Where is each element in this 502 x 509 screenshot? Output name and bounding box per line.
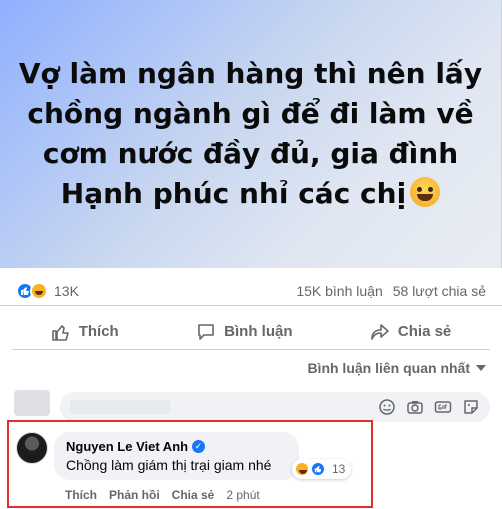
comment-like-link[interactable]: Thích	[65, 488, 97, 502]
comment-composer-input[interactable]	[60, 392, 490, 422]
current-user-avatar-blurred	[14, 390, 50, 416]
like-reaction-icon	[310, 461, 326, 477]
thumbs-up-icon	[51, 324, 69, 341]
smiley-icon[interactable]	[378, 398, 396, 416]
like-button[interactable]: Thích	[39, 318, 131, 346]
post-text-line: chồng ngành gì để đi làm về	[27, 97, 474, 130]
share-button[interactable]: Chia sẻ	[358, 318, 463, 346]
reaction-summary[interactable]: 13K	[16, 281, 79, 300]
grinning-sweat-emoji-icon	[410, 177, 441, 207]
post-stats-bar: 13K 15K bình luận 58 lượt chia sẻ	[0, 276, 502, 306]
comment-reactions[interactable]: 13	[292, 459, 352, 479]
comment-reaction-count: 13	[332, 462, 346, 476]
post-text: Vợ làm ngân hàng thì nên lấy chồng ngành…	[16, 54, 486, 214]
comment-reply-link[interactable]: Phản hồi	[109, 488, 160, 502]
share-button-label: Chia sẻ	[397, 323, 452, 340]
share-arrow-icon	[371, 323, 389, 340]
post-action-bar: Thích Bình luận Chia sẻ	[12, 314, 490, 350]
post-text-line: cơm nước đầy đủ, gia đình	[42, 137, 459, 170]
chevron-down-icon	[476, 365, 486, 371]
haha-reaction-icon	[30, 281, 48, 300]
composer-placeholder-blurred	[70, 400, 170, 414]
post-text-line: Hạnh phúc nhỉ các chị	[16, 174, 486, 214]
reaction-count: 13K	[54, 282, 79, 299]
comment-button[interactable]: Bình luận	[184, 318, 304, 346]
comment-text: Chồng làm giám thị trại giam nhé	[66, 457, 272, 473]
comment-author-row: Nguyen Le Viet Anh ✓	[66, 439, 287, 454]
post-text-line: Vợ làm ngân hàng thì nên lấy	[18, 57, 483, 90]
like-button-label: Thích	[78, 323, 119, 340]
haha-reaction-icon	[294, 461, 310, 477]
comment-count-link[interactable]: 15K bình luận	[296, 283, 382, 299]
comment-sort-dropdown[interactable]: Bình luận liên quan nhất	[307, 360, 486, 376]
commenter-avatar[interactable]	[16, 432, 48, 464]
comment-author-name[interactable]: Nguyen Le Viet Anh	[66, 439, 188, 454]
comment-bubble: Nguyen Le Viet Anh ✓ Chồng làm giám thị …	[54, 432, 299, 480]
sticker-icon[interactable]	[462, 398, 480, 416]
gif-icon[interactable]	[434, 398, 452, 416]
post-text-line-4: Hạnh phúc nhỉ các chị	[60, 177, 407, 210]
comment-share-link[interactable]: Chia sẻ	[172, 488, 215, 502]
comment-timestamp[interactable]: 2 phút	[226, 488, 259, 502]
verified-badge-icon: ✓	[192, 440, 206, 453]
share-count-link[interactable]: 58 lượt chia sẻ	[393, 283, 486, 299]
comment-button-label: Bình luận	[224, 323, 293, 340]
post-background-card: Vợ làm ngân hàng thì nên lấy chồng ngành…	[0, 0, 502, 268]
camera-icon[interactable]	[406, 398, 424, 416]
comment-action-row: Thích Phản hồi Chia sẻ 2 phút	[65, 488, 260, 502]
comment-icon	[198, 323, 214, 340]
comment-sort-label: Bình luận liên quan nhất	[307, 360, 470, 376]
